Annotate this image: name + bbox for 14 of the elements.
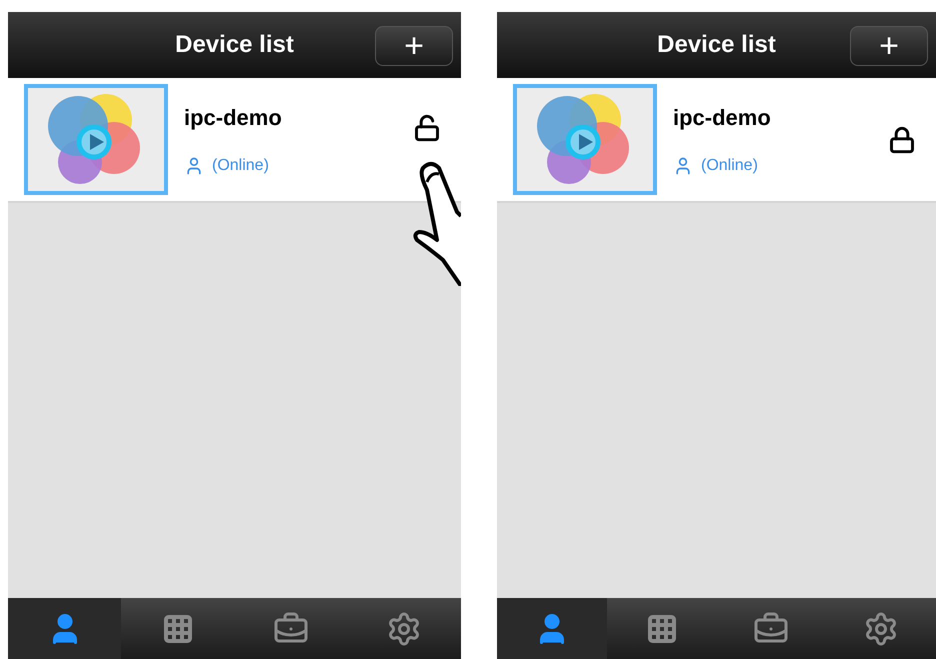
- tab[interactable]: [497, 598, 607, 659]
- lock-icon[interactable]: [888, 126, 916, 154]
- unlock-icon[interactable]: [413, 114, 441, 142]
- device-thumbnail[interactable]: [24, 84, 168, 195]
- add-button[interactable]: +: [375, 26, 453, 66]
- device-name: ipc-demo: [673, 104, 772, 132]
- page-title: Device list: [175, 30, 294, 60]
- add-button[interactable]: +: [850, 26, 928, 66]
- device-name: ipc-demo: [184, 104, 283, 132]
- tab[interactable]: [8, 598, 122, 659]
- device-thumbnail[interactable]: [513, 84, 657, 195]
- device-status: (Online): [212, 156, 269, 176]
- device-status: (Online): [701, 156, 758, 176]
- page-title: Device list: [657, 30, 776, 60]
